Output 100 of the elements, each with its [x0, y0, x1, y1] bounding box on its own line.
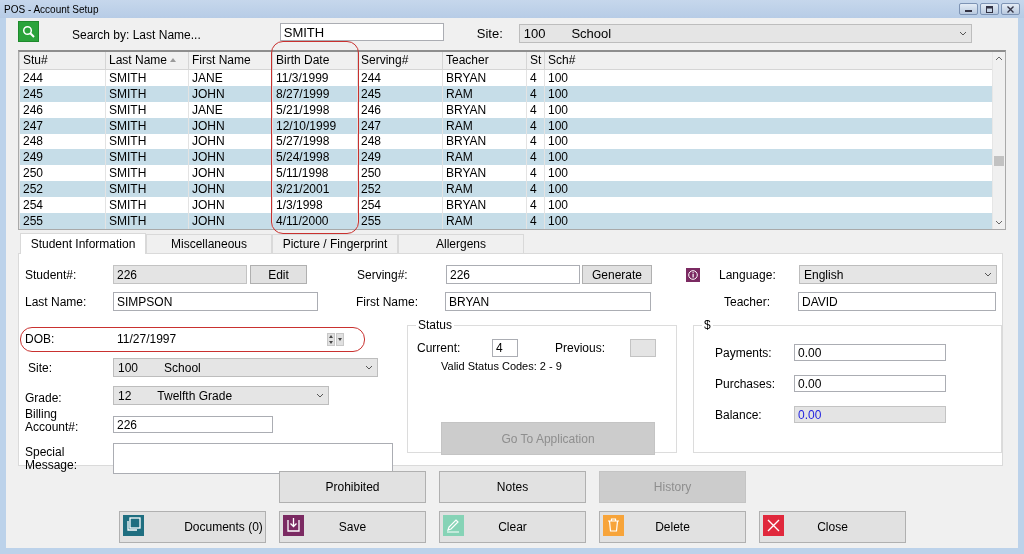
site-select[interactable]: 100 School: [113, 358, 378, 377]
teacher-field[interactable]: DAVID: [798, 292, 996, 311]
action-button[interactable]: Prohibited: [279, 471, 426, 503]
column-header[interactable]: Last Name: [105, 52, 188, 69]
clear-button[interactable]: Clear: [439, 511, 586, 543]
close-button[interactable]: Close: [759, 511, 906, 543]
serving-number-field[interactable]: 226: [446, 265, 580, 284]
table-cell: 245: [357, 85, 442, 102]
maximize-icon: [985, 5, 994, 13]
payments-field[interactable]: 0.00: [794, 344, 946, 361]
field-label: Serving#:: [357, 267, 409, 282]
documents-button[interactable]: Documents (0): [119, 511, 266, 543]
group-title: $: [703, 319, 712, 332]
table-cell: 5/21/1998: [272, 101, 357, 118]
minimize-button[interactable]: [959, 3, 978, 15]
field-label: Language:: [719, 267, 777, 282]
table-cell: JOHN: [188, 149, 272, 166]
first-name-field[interactable]: BRYAN: [445, 292, 651, 311]
chevron-icon: [984, 271, 992, 278]
table-cell: 255: [357, 213, 442, 229]
table-cell: SMITH: [105, 85, 188, 102]
table-cell: 255: [19, 213, 105, 229]
search-button[interactable]: [18, 20, 39, 42]
field-label: Special Message:: [25, 445, 79, 472]
purchases-field[interactable]: 0.00: [794, 375, 946, 392]
table-cell: 4/11/2000: [272, 213, 357, 229]
tab[interactable]: Picture / Fingerprint: [272, 234, 398, 253]
chevron-icon: [316, 392, 324, 399]
billing-account-field[interactable]: 226: [113, 416, 273, 433]
table-cell: 252: [357, 181, 442, 198]
field-label: Previous:: [555, 340, 607, 355]
column-header[interactable]: Birth Date: [272, 52, 357, 69]
table-cell: RAM: [442, 85, 526, 102]
field-label: Student#:: [25, 267, 78, 282]
table-cell: SMITH: [105, 181, 188, 198]
table-cell: 246: [357, 101, 442, 118]
action-button[interactable]: Notes: [439, 471, 586, 503]
field-label: Grade:: [25, 390, 63, 405]
column-header[interactable]: Serving#: [357, 52, 442, 69]
close-icon: [1006, 5, 1015, 13]
table-cell: 12/10/1999: [272, 117, 357, 134]
table-cell: BRYAN: [442, 101, 526, 118]
table-cell: 8/27/1999: [272, 85, 357, 102]
dropdown-button[interactable]: [336, 332, 344, 346]
search-label: Search by: Last Name...: [72, 27, 201, 42]
chevron-icon: [365, 364, 373, 371]
field-label: DOB:: [25, 332, 56, 346]
table-cell: 249: [19, 149, 105, 166]
scroll-up-icon: [995, 56, 1003, 61]
table-cell: 244: [357, 69, 442, 86]
field-label: Site:: [27, 360, 53, 375]
maximize-button[interactable]: [980, 3, 999, 15]
search-field[interactable]: SMITH: [279, 23, 444, 41]
save-button[interactable]: Save: [279, 511, 426, 543]
column-header[interactable]: St: [526, 52, 544, 69]
table-cell: JOHN: [188, 85, 272, 102]
field-label: Balance:: [715, 407, 763, 422]
tab[interactable]: Miscellaneous: [146, 234, 272, 253]
column-header[interactable]: Teacher: [442, 52, 526, 69]
table-cell: RAM: [442, 149, 526, 166]
scroll-down-icon: [995, 220, 1003, 225]
table-cell: 4: [526, 149, 544, 166]
table-cell: 245: [19, 85, 105, 102]
close-button[interactable]: [1001, 3, 1020, 15]
scroll-thumb[interactable]: [994, 156, 1004, 166]
info-button[interactable]: [686, 267, 700, 282]
status-hint: Valid Status Codes: 2 - 9: [441, 360, 563, 372]
chevron-icon: [958, 29, 967, 37]
tab[interactable]: Allergens: [398, 234, 524, 253]
table-cell: JOHN: [188, 213, 272, 229]
spinner-button[interactable]: [327, 332, 335, 346]
balance-field[interactable]: 0.00: [794, 406, 946, 423]
scrollbar[interactable]: [992, 52, 1005, 229]
field-label: Payments:: [715, 345, 773, 360]
table-cell: 4: [526, 69, 544, 86]
table-cell: SMITH: [105, 117, 188, 134]
grade-select[interactable]: 12 Twelfth Grade: [113, 386, 329, 405]
last-name-field[interactable]: SIMPSON: [113, 292, 318, 311]
table-cell: JANE: [188, 101, 272, 118]
table-cell: 11/3/1999: [272, 69, 357, 86]
language-select[interactable]: English: [799, 265, 997, 284]
info-icon: [688, 269, 698, 280]
generate-button[interactable]: Generate: [582, 265, 652, 284]
table-cell: JOHN: [188, 117, 272, 134]
table-cell: 3/21/2001: [272, 181, 357, 198]
table-cell: 244: [19, 69, 105, 86]
delete-button[interactable]: Delete: [599, 511, 746, 543]
table-cell: 4: [526, 85, 544, 102]
table-cell: 249: [357, 149, 442, 166]
previous-status-field[interactable]: [630, 338, 656, 357]
column-header[interactable]: First Name: [188, 52, 272, 69]
student-number-field[interactable]: 226: [113, 265, 247, 284]
special-message-field[interactable]: [113, 443, 393, 474]
site-select[interactable]: 100 School: [518, 23, 972, 43]
column-header[interactable]: Stu#: [19, 52, 105, 69]
table-cell: 246: [19, 101, 105, 118]
table-cell: 252: [19, 181, 105, 198]
edit-button[interactable]: Edit: [250, 265, 307, 284]
current-status-field[interactable]: 4: [492, 338, 518, 357]
tab[interactable]: Student Information: [20, 233, 146, 254]
